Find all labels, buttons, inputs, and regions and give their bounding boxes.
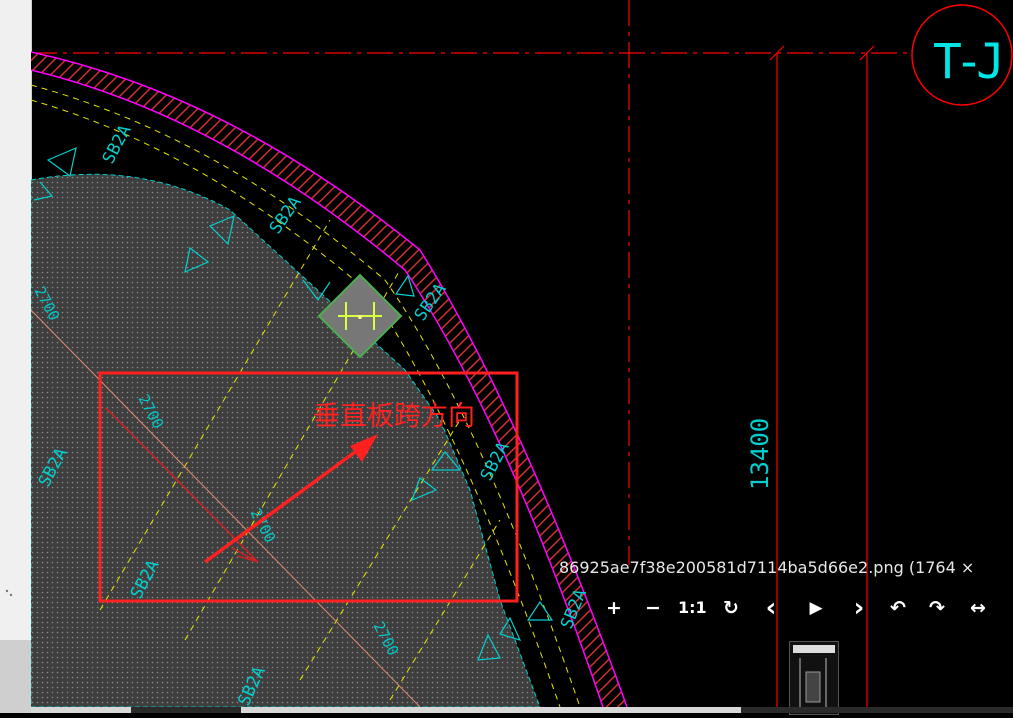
scrollbar-thumb[interactable] <box>241 707 741 713</box>
dots-icon <box>5 589 13 597</box>
panel-tab[interactable] <box>0 640 31 713</box>
grid-bubble-label: T-J <box>933 34 1005 90</box>
chevron-left-icon: ‹ <box>765 593 777 623</box>
undo-button[interactable]: ↶ <box>887 594 909 622</box>
scrollbar-segment <box>31 707 131 713</box>
slideshow-button[interactable]: ▶ <box>805 594 827 622</box>
minus-icon: − <box>645 597 661 619</box>
slab-label: SB2A <box>266 193 306 238</box>
dimension-label: 13400 <box>746 418 774 490</box>
plus-icon: + <box>606 597 622 619</box>
zoom-in-button[interactable]: + <box>603 594 625 622</box>
image-filename-caption: 86925ae7f38e200581d7114ba5d66e2.png (176… <box>559 558 975 577</box>
undo-icon: ↶ <box>890 597 906 619</box>
previous-button[interactable]: ‹ <box>760 594 782 622</box>
thumbnail-preview[interactable] <box>789 641 839 715</box>
slab-label: SB2A <box>99 122 136 168</box>
horizontal-scrollbar[interactable] <box>31 707 1013 713</box>
thumbnail-image <box>793 645 835 712</box>
play-icon: ▶ <box>809 598 823 618</box>
one-to-one-icon: 1:1 <box>678 598 707 617</box>
rotate-button[interactable]: ↻ <box>720 594 742 622</box>
flip-horizontal-icon: ↔ <box>970 597 986 619</box>
next-button[interactable]: › <box>848 594 870 622</box>
redo-button[interactable]: ↷ <box>926 594 948 622</box>
rotate-icon: ↻ <box>723 597 739 619</box>
slab-dotted-region <box>31 173 541 707</box>
flip-button[interactable]: ↔ <box>965 594 991 622</box>
redo-icon: ↷ <box>929 597 945 619</box>
annotation-label: 垂直板跨方向 <box>313 401 475 432</box>
actual-size-button[interactable]: 1:1 <box>678 594 707 622</box>
left-panel-strip <box>0 0 32 713</box>
chevron-right-icon: › <box>853 593 865 623</box>
zoom-out-button[interactable]: − <box>642 594 664 622</box>
